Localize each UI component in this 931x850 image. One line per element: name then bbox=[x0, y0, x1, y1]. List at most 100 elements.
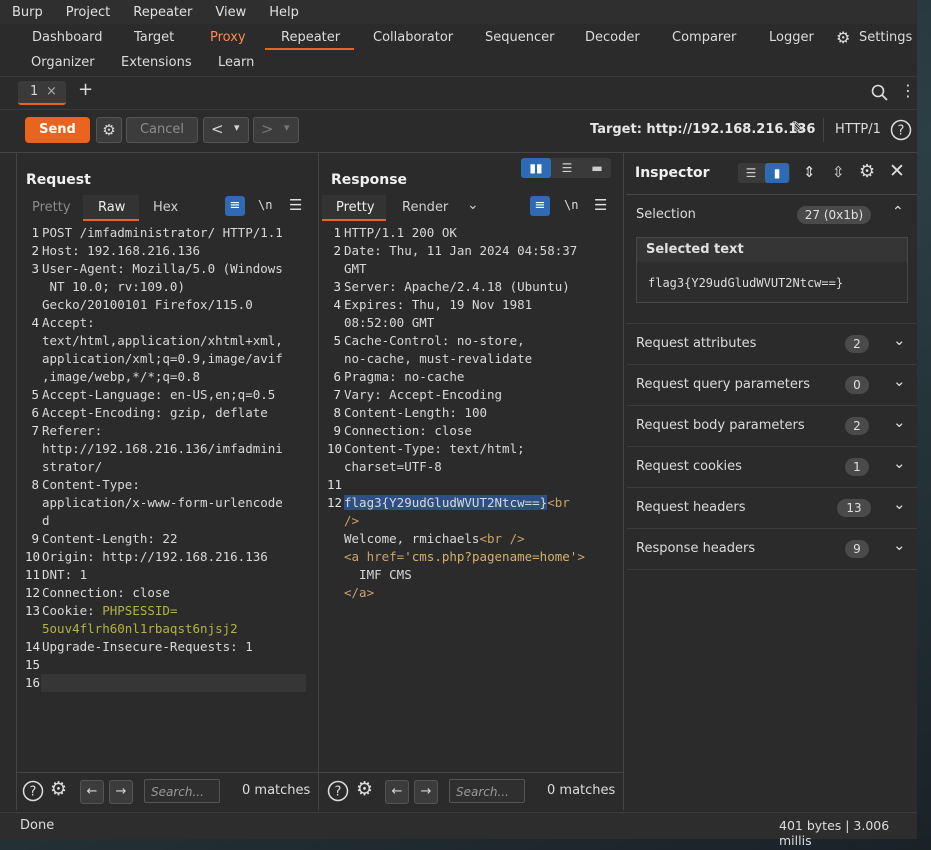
line-number: 3 bbox=[333, 279, 341, 294]
code-line: Gecko/20100101 Firefox/115.0 bbox=[42, 296, 253, 314]
code-line: d bbox=[42, 512, 50, 530]
tab-extensions[interactable]: Extensions bbox=[121, 55, 192, 70]
chevron-up-icon[interactable]: ⌃ bbox=[892, 204, 904, 220]
help-icon[interactable]: ? bbox=[327, 780, 349, 802]
hamburger-menu-icon[interactable]: ☰ bbox=[594, 196, 607, 214]
tab-organizer[interactable]: Organizer bbox=[31, 55, 95, 70]
next-match-arrow-icon[interactable]: → bbox=[109, 780, 133, 804]
chevron-down-icon[interactable]: ⌄ bbox=[893, 331, 906, 349]
inspector-section-row[interactable]: Request attributes 2 ⌄ bbox=[627, 324, 917, 365]
menu-view[interactable]: View bbox=[203, 5, 257, 20]
code-token: 1 bbox=[237, 639, 253, 654]
layout-list-icon[interactable]: ☰ bbox=[740, 163, 762, 183]
edit-target-pencil-icon[interactable]: ✎ bbox=[790, 118, 805, 139]
close-inspector-icon[interactable]: ✕ bbox=[889, 160, 905, 182]
code-token: IMF CMS bbox=[344, 567, 412, 582]
tab-sequencer[interactable]: Sequencer bbox=[485, 30, 554, 45]
search-icon[interactable] bbox=[871, 84, 889, 102]
collapse-all-icon[interactable]: ⇳ bbox=[832, 163, 845, 181]
previous-match-arrow-icon[interactable]: ← bbox=[80, 780, 104, 804]
inspector-section-row[interactable]: Request cookies 1 ⌄ bbox=[627, 447, 917, 488]
tab-logger[interactable]: Logger bbox=[769, 30, 814, 45]
chevron-down-icon[interactable]: ⌄ bbox=[893, 536, 906, 554]
code-line: Server: Apache/2.4.18 (Ubuntu) bbox=[344, 279, 570, 294]
show-newlines-toggle[interactable]: \n bbox=[564, 198, 578, 212]
inspector-section-label: Request cookies bbox=[636, 459, 742, 474]
layout-tabs-icon[interactable]: ▬ bbox=[583, 158, 611, 178]
menu-help[interactable]: Help bbox=[257, 5, 310, 20]
chevron-down-icon[interactable]: ⌄ bbox=[893, 413, 906, 431]
code-token: Accept-Encoding bbox=[381, 387, 503, 402]
gear-icon[interactable]: ⚙ bbox=[836, 28, 850, 47]
tab-comparer[interactable]: Comparer bbox=[672, 30, 736, 45]
wrap-lines-icon[interactable]: ≡ bbox=[530, 196, 550, 216]
close-icon[interactable]: × bbox=[46, 84, 57, 99]
settings-gear-icon[interactable]: ⚙ bbox=[50, 778, 67, 800]
tab-dashboard[interactable]: Dashboard bbox=[32, 30, 103, 45]
tab-proxy[interactable]: Proxy bbox=[210, 30, 246, 45]
send-button[interactable]: Send bbox=[25, 117, 90, 143]
expand-all-icon[interactable]: ⇕ bbox=[803, 163, 816, 181]
target-label: Target: http://192.168.216.136 bbox=[590, 122, 816, 137]
line-number: 11 bbox=[25, 567, 41, 582]
cancel-button[interactable]: Cancel bbox=[126, 117, 198, 143]
layout-panel-icon[interactable]: ▮ bbox=[765, 163, 789, 183]
chevron-down-icon[interactable]: ⌄ bbox=[893, 495, 906, 513]
repeater-tab-1[interactable]: 1 × bbox=[18, 81, 66, 105]
tab-learn[interactable]: Learn bbox=[218, 55, 254, 70]
inspector-settings-gear-icon[interactable]: ⚙ bbox=[859, 161, 875, 182]
history-back-button[interactable]: < ▾ bbox=[203, 117, 249, 143]
hamburger-menu-icon[interactable]: ☰ bbox=[289, 196, 302, 214]
request-tab-hex[interactable]: Hex bbox=[153, 200, 178, 215]
response-search-input[interactable]: Search... bbox=[449, 779, 525, 803]
settings-gear-icon[interactable]: ⚙ bbox=[356, 778, 373, 800]
more-menu-icon[interactable]: ⋮ bbox=[900, 81, 916, 100]
code-line: application/x-www-form-urlencode bbox=[42, 494, 283, 512]
inspector-section-row[interactable]: Request query parameters 0 ⌄ bbox=[627, 365, 917, 406]
tab-settings[interactable]: Settings bbox=[859, 30, 912, 45]
request-search-input[interactable]: Search... bbox=[144, 779, 220, 803]
line-number: 10 bbox=[25, 549, 41, 564]
response-tab-pretty[interactable]: Pretty bbox=[322, 195, 386, 221]
inspector-section-row[interactable]: Response headers 9 ⌄ bbox=[627, 529, 917, 570]
menu-project[interactable]: Project bbox=[54, 5, 121, 20]
code-token: Welcome, rmichaels bbox=[344, 531, 480, 546]
code-token: Cache-Control bbox=[344, 333, 442, 348]
tab-target[interactable]: Target bbox=[134, 30, 174, 45]
menu-repeater[interactable]: Repeater bbox=[121, 5, 203, 20]
previous-match-arrow-icon[interactable]: ← bbox=[385, 780, 409, 804]
response-tab-render[interactable]: Render bbox=[402, 200, 448, 215]
request-tab-raw[interactable]: Raw bbox=[83, 195, 139, 221]
inspector-section-row[interactable]: Request headers 13 ⌄ bbox=[627, 488, 917, 529]
help-icon[interactable]: ? bbox=[22, 780, 44, 802]
help-icon[interactable]: ? bbox=[890, 119, 912, 141]
layout-top-bottom-icon[interactable]: ☰ bbox=[553, 158, 581, 178]
code-token: Apache/2.4.18 (Ubuntu) bbox=[396, 279, 570, 294]
tab-decoder[interactable]: Decoder bbox=[585, 30, 640, 45]
line-number: 5 bbox=[333, 333, 341, 348]
show-newlines-toggle[interactable]: \n bbox=[258, 198, 272, 212]
inspector-section-label: Request attributes bbox=[636, 336, 757, 351]
next-match-arrow-icon[interactable]: → bbox=[414, 780, 438, 804]
layout-side-by-side-icon[interactable]: ▮▮ bbox=[521, 158, 551, 178]
send-options-gear-icon[interactable]: ⚙ bbox=[96, 117, 122, 143]
add-tab-icon[interactable]: + bbox=[78, 79, 93, 100]
history-forward-button[interactable]: > ▾ bbox=[253, 117, 299, 143]
code-line: application/xml;q=0.9,image/avif bbox=[42, 350, 283, 368]
selected-text-value[interactable]: flag3{Y29udGludWVUT2Ntcw==} bbox=[648, 276, 843, 290]
http-version[interactable]: HTTP/1 bbox=[835, 122, 881, 137]
tab-repeater[interactable]: Repeater bbox=[281, 30, 340, 45]
tab-collaborator[interactable]: Collaborator bbox=[373, 30, 453, 45]
chevron-down-icon[interactable]: ⌄ bbox=[893, 454, 906, 472]
code-line: POST /imfadministrator/ HTTP/1.1 bbox=[42, 224, 283, 242]
response-viewer[interactable]: 1 HTTP/1.1 200 OK 2 Date: Thu, 11 Jan 2024 … bbox=[319, 224, 622, 772]
chevron-down-icon[interactable]: ⌄ bbox=[893, 372, 906, 390]
request-tab-pretty[interactable]: Pretty bbox=[32, 200, 71, 215]
code-line: no-cache, must-revalidate bbox=[344, 350, 532, 368]
inspector-section-row[interactable]: Request body parameters 2 ⌄ bbox=[627, 406, 917, 447]
code-line: 08:52:00 GMT bbox=[344, 314, 434, 332]
code-token: 22 bbox=[154, 531, 178, 546]
chevron-down-icon[interactable]: ⌄ bbox=[467, 197, 479, 213]
wrap-lines-icon[interactable]: ≡ bbox=[225, 196, 245, 216]
menu-burp[interactable]: Burp bbox=[0, 5, 54, 20]
